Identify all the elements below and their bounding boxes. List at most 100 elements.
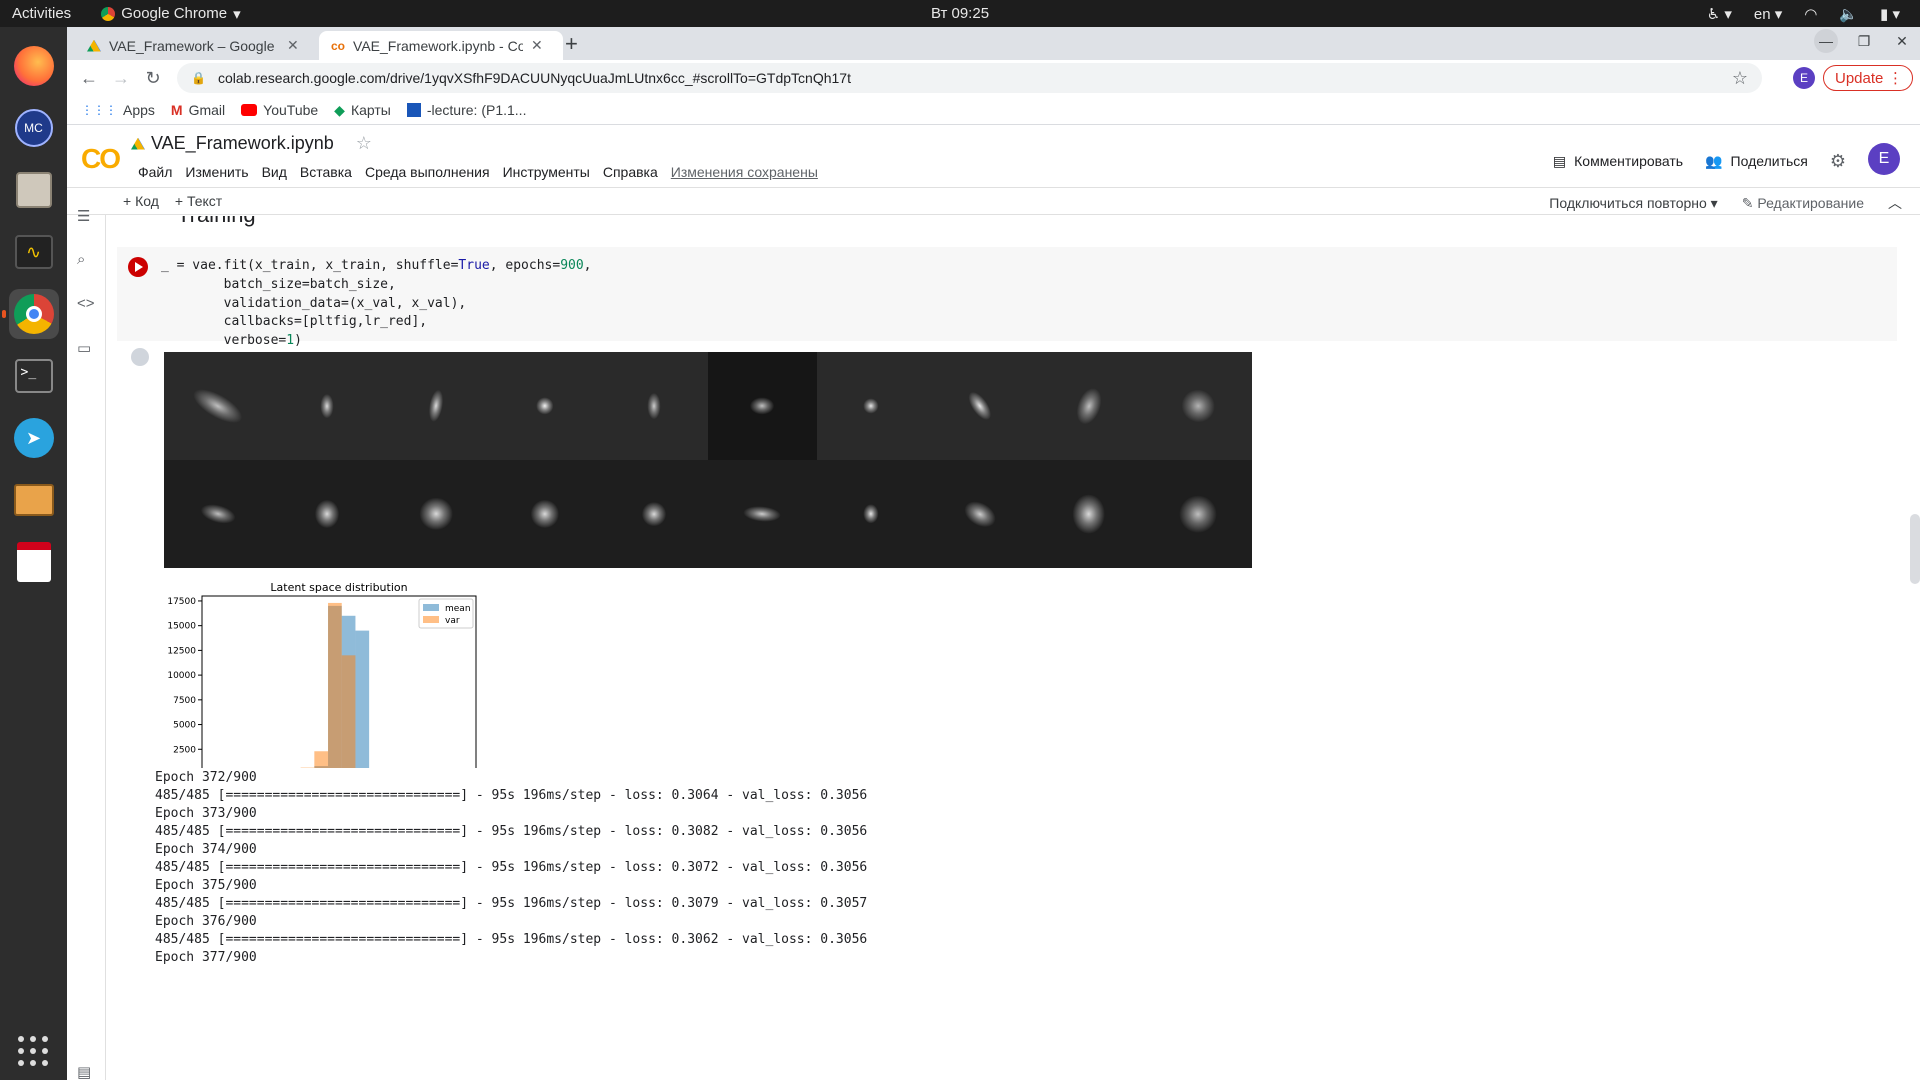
input-language[interactable]: en ▾ [1754,5,1782,23]
menu-runtime[interactable]: Среда выполнения [365,164,490,180]
search-icon[interactable]: ⌕ [77,251,85,268]
bookmark-gmail[interactable]: M Gmail [171,102,225,118]
address-bar[interactable]: 🔒 colab.research.google.com/drive/1yqvXS… [177,63,1762,93]
share-button[interactable]: 👥 Поделиться [1705,153,1808,170]
system-monitor-icon[interactable]: ∿ [9,227,59,277]
latent-histogram-chart: Latent space distribution−4−202402500500… [164,578,544,768]
editing-mode-button[interactable]: ✎ Редактирование [1742,195,1864,212]
file-cabinet-icon[interactable] [9,165,59,215]
galaxy-blob [315,500,339,528]
bookmark-apps[interactable]: ⋮⋮⋮ Apps [81,102,155,118]
midnight-commander-icon[interactable]: MC [9,103,59,153]
show-applications-icon[interactable] [18,1036,48,1066]
galaxy-image-tile [599,460,708,568]
accessibility-icon[interactable]: ♿ ▾ [1707,5,1732,23]
reload-icon[interactable]: ↻ [137,68,169,89]
minimize-icon[interactable]: — [1814,29,1838,53]
maximize-icon[interactable]: ❐ [1852,29,1876,53]
menu-tools[interactable]: Инструменты [503,164,590,180]
system-tray[interactable]: ♿ ▾ en ▾ ◠ 🔈 ▮ ▾ [1707,5,1900,23]
colab-header: CO VAE_Framework.ipynb ☆ Файл Изменить В… [67,125,1920,187]
terminal-panel-icon[interactable]: ▤ [77,1063,91,1081]
wifi-icon[interactable]: ◠ [1804,5,1817,23]
notebook-name[interactable]: VAE_Framework.ipynb [151,133,334,154]
update-button[interactable]: Update ⋮ [1823,65,1913,91]
tab-title: VAE_Framework.ipynb - Colaboratory [353,38,523,54]
code-cell[interactable]: _ = vae.fit(x_train, x_train, shuffle=Tr… [117,247,1897,341]
url-text: colab.research.google.com/drive/1yqvXSfh… [218,70,851,86]
vertical-scrollbar[interactable] [1910,514,1920,584]
table-of-contents-icon[interactable]: ☰ [77,207,90,225]
galaxy-image-tile [164,460,273,568]
firefox-icon[interactable] [9,41,59,91]
legend-swatch-var [423,616,439,623]
bookmark-maps[interactable]: ◆ Карты [334,102,391,119]
menu-view[interactable]: Вид [262,164,287,180]
cell-toolbar: + Код + Текст Подключиться повторно ▾ ✎ … [67,187,1920,215]
legend-label-mean: mean [445,604,471,614]
menu-help[interactable]: Справка [603,164,658,180]
close-tab-icon[interactable]: ✕ [531,37,543,54]
activities-button[interactable]: Activities [12,5,71,22]
settings-gear-icon[interactable]: ⚙ [1830,151,1846,172]
clock[interactable]: Вт 09:25 [931,5,989,22]
add-code-cell-button[interactable]: + Код [123,193,159,209]
log-line: Epoch 375/900 [155,877,867,895]
user-avatar[interactable]: E [1868,143,1900,175]
save-status-link[interactable]: Изменения сохранены [671,164,818,180]
tab-colab[interactable]: co VAE_Framework.ipynb - Colaboratory ✕ [319,31,563,60]
galaxy-blob [864,398,879,413]
gmail-icon: M [171,102,183,118]
close-tab-icon[interactable]: ✕ [287,37,299,54]
book-reader-icon[interactable] [9,475,59,525]
log-line: 485/485 [==============================]… [155,787,867,805]
code-editor[interactable]: _ = vae.fit(x_train, x_train, shuffle=Tr… [161,257,592,351]
app-menu[interactable]: Google Chrome ▾ [101,5,240,23]
browser-toolbar: ← → ↻ 🔒 colab.research.google.com/drive/… [67,60,1920,96]
tab-drive[interactable]: VAE_Framework – Google Drive ✕ [75,31,319,60]
code-snippets-icon[interactable]: <> [77,295,95,312]
volume-icon[interactable]: 🔈 [1839,5,1858,23]
telegram-icon[interactable]: ➤ [9,413,59,463]
galaxy-image-tile [382,460,491,568]
bookmark-youtube[interactable]: YouTube [241,102,318,118]
galaxy-blob [199,501,237,527]
files-folder-icon[interactable]: ▭ [77,339,91,357]
app-menu-label: Google Chrome [121,5,227,22]
terminal-icon[interactable]: >_ [9,351,59,401]
chevron-down-icon: ▾ [233,5,241,23]
bookmark-lecture[interactable]: -lecture: (P1.1... [407,102,527,118]
comment-button[interactable]: ▤ Комментировать [1553,153,1683,170]
menu-insert[interactable]: Вставка [300,164,352,180]
chrome-dock-icon[interactable] [9,289,59,339]
star-icon[interactable]: ☆ [356,133,372,154]
reconnect-button[interactable]: Подключиться повторно ▾ [1549,195,1717,212]
browser-window: VAE_Framework – Google Drive ✕ co VAE_Fr… [67,27,1920,1080]
new-tab-button[interactable]: + [565,31,578,57]
tab-title: VAE_Framework – Google Drive [109,38,279,54]
galaxy-blob [427,389,445,423]
menu-file[interactable]: Файл [138,164,172,180]
add-text-cell-button[interactable]: + Текст [175,193,222,209]
back-arrow-icon[interactable]: ← [73,68,105,89]
galaxy-image-tile [273,352,382,460]
close-window-icon[interactable]: ✕ [1890,29,1914,53]
profile-avatar[interactable]: E [1793,67,1815,89]
histogram-bar-var [314,751,328,768]
battery-icon[interactable]: ▮ ▾ [1880,5,1900,23]
section-heading: Training [177,216,256,228]
collapse-chevron-icon[interactable]: ︿ [1888,193,1902,213]
y-tick-label: 17500 [167,597,196,607]
lock-icon[interactable]: 🔒 [191,71,206,85]
forward-arrow-icon[interactable]: → [105,68,137,89]
menu-edit[interactable]: Изменить [185,164,248,180]
code-line: batch_size=batch_size, [161,276,592,295]
evince-icon[interactable] [9,537,59,587]
colab-logo[interactable]: CO [81,143,119,175]
y-tick-label: 7500 [173,696,196,706]
output-menu-icon[interactable] [131,348,149,366]
galaxy-blob [750,397,774,414]
run-cell-button[interactable] [128,257,148,277]
bookmark-star-icon[interactable]: ☆ [1732,68,1748,89]
galaxy-image-tile [1034,460,1143,568]
